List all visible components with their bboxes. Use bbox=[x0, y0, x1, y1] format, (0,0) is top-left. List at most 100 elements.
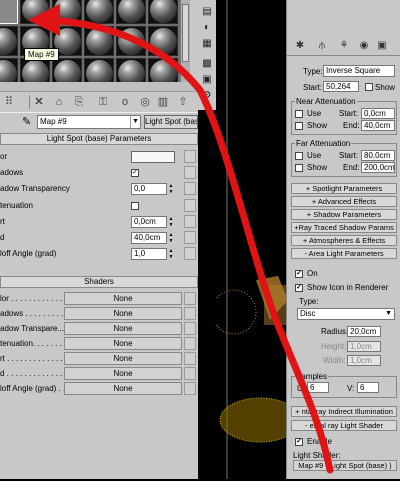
motion-tab-icon[interactable]: ◉ bbox=[357, 40, 371, 52]
light-shader-button[interactable]: Map #9 ( Light Spot (base) ) bbox=[293, 460, 397, 471]
pick-material-icon[interactable]: ✎ bbox=[22, 115, 31, 128]
shader-none-button[interactable]: None bbox=[64, 382, 182, 395]
near-start-field[interactable]: 0,0cm bbox=[361, 108, 395, 119]
shader-none-button[interactable]: None bbox=[64, 292, 182, 305]
shader-toggle[interactable] bbox=[184, 352, 196, 365]
material-id-icon[interactable]: o bbox=[118, 95, 132, 109]
param-field[interactable]: 40,0cm bbox=[131, 232, 167, 244]
show-end-icon[interactable]: ▥ bbox=[156, 95, 170, 109]
v-field[interactable]: 6 bbox=[357, 382, 379, 393]
display-tab-icon[interactable]: ▣ bbox=[375, 40, 389, 52]
map-type-button[interactable]: Light Spot (base) bbox=[144, 115, 198, 129]
shader-none-button[interactable]: None bbox=[64, 322, 182, 335]
mr-shader-rollup[interactable]: - ental ray Light Shader bbox=[291, 420, 397, 431]
rollup-bar[interactable]: + Advanced Effects bbox=[291, 196, 397, 207]
delete-icon[interactable]: ✕ bbox=[32, 95, 46, 109]
param-checkbox[interactable] bbox=[131, 202, 139, 210]
shaders-rollup[interactable]: Shaders bbox=[0, 276, 198, 288]
sample-slot[interactable] bbox=[84, 0, 114, 24]
shader-toggle[interactable] bbox=[184, 307, 196, 320]
sample-slot[interactable] bbox=[148, 26, 178, 56]
color-swatch[interactable] bbox=[131, 151, 175, 163]
shader-none-button[interactable]: None bbox=[64, 352, 182, 365]
spinner-icon[interactable]: ▲ ▼ bbox=[168, 216, 174, 228]
rollup-bar[interactable]: + Atmospheres & Effects bbox=[291, 235, 397, 246]
shader-toggle[interactable] bbox=[184, 322, 196, 335]
background-icon[interactable]: ▦ bbox=[201, 38, 213, 49]
shader-none-button[interactable]: None bbox=[64, 307, 182, 320]
map-button[interactable] bbox=[184, 215, 196, 228]
rollup-bar[interactable]: - Area Light Parameters bbox=[291, 248, 397, 259]
hierarchy-tab-icon[interactable]: ⚘ bbox=[337, 40, 351, 52]
far-start-field[interactable]: 80,0cm bbox=[361, 150, 395, 161]
slots-hscrollbar[interactable] bbox=[0, 82, 198, 91]
mr-indirect-rollup[interactable]: + ntal ray Indirect Illumination bbox=[291, 406, 397, 417]
options-icon[interactable]: ⚙ bbox=[201, 90, 213, 101]
sample-slot[interactable] bbox=[52, 0, 82, 24]
far-end-field[interactable]: 200,0cm bbox=[361, 162, 395, 173]
create-tab-icon[interactable]: ✱ bbox=[293, 40, 307, 52]
shader-none-button[interactable]: None bbox=[64, 367, 182, 380]
far-use-check[interactable] bbox=[295, 152, 303, 160]
rollup-bar[interactable]: + Spotlight Parameters bbox=[291, 183, 397, 194]
viewport[interactable] bbox=[211, 0, 301, 479]
params-rollup[interactable]: Light Spot (base) Parameters bbox=[0, 133, 198, 145]
show-icon-check[interactable]: ✓ bbox=[295, 284, 303, 292]
rollup-bar[interactable]: +Ray Traced Shadow Params bbox=[291, 222, 397, 233]
chevron-down-icon[interactable]: ▼ bbox=[130, 116, 140, 128]
param-checkbox[interactable]: ✓ bbox=[131, 169, 139, 177]
shader-none-button[interactable]: None bbox=[64, 337, 182, 350]
scroll-thumb[interactable] bbox=[182, 4, 189, 62]
put-library-icon[interactable]: ⌂ bbox=[52, 95, 66, 109]
spinner-icon[interactable]: ▲ ▼ bbox=[168, 183, 174, 195]
sample-slot[interactable] bbox=[84, 26, 114, 56]
map-button[interactable] bbox=[184, 247, 196, 260]
u-field[interactable]: 6 bbox=[307, 382, 329, 393]
spinner-icon[interactable]: ▲ ▼ bbox=[168, 232, 174, 244]
sample-slot[interactable] bbox=[116, 26, 146, 56]
chevron-down-icon[interactable]: ▼ bbox=[385, 309, 392, 319]
sample-slot[interactable] bbox=[116, 0, 146, 24]
map-button[interactable] bbox=[184, 231, 196, 244]
near-use-check[interactable] bbox=[295, 110, 303, 118]
spinner-icon[interactable]: ▲ ▼ bbox=[168, 248, 174, 260]
uv-tiling-icon[interactable]: ▩ bbox=[201, 58, 213, 69]
sample-slot[interactable] bbox=[148, 0, 178, 24]
map-button[interactable] bbox=[184, 182, 196, 195]
param-field[interactable]: 1,0 bbox=[131, 248, 167, 260]
scroll-down-icon[interactable]: ▼ bbox=[181, 72, 190, 79]
param-field[interactable]: 0,0 bbox=[131, 183, 167, 195]
area-on-check[interactable]: ✓ bbox=[295, 270, 303, 278]
far-show-check[interactable] bbox=[295, 164, 303, 172]
area-type-dropdown[interactable]: Disc ▼ bbox=[297, 308, 395, 320]
map-button[interactable] bbox=[184, 199, 196, 212]
sample-slot[interactable] bbox=[20, 0, 50, 24]
radius-field[interactable]: 20,0cm bbox=[347, 326, 381, 337]
slots-scrollbar[interactable]: ▼ bbox=[180, 0, 190, 82]
decay-start-field[interactable]: 50,264 bbox=[323, 81, 359, 92]
rollup-bar[interactable]: + Shadow Parameters bbox=[291, 209, 397, 220]
decay-show-check[interactable] bbox=[365, 83, 373, 91]
near-show-check[interactable] bbox=[295, 122, 303, 130]
decay-type-dropdown[interactable]: Inverse Square bbox=[323, 65, 395, 77]
sample-type-icon[interactable]: ▤ bbox=[201, 6, 213, 17]
selected-sample-slot[interactable] bbox=[0, 0, 18, 24]
map-button[interactable] bbox=[184, 166, 196, 179]
shader-toggle[interactable] bbox=[184, 337, 196, 350]
sample-slot[interactable] bbox=[0, 26, 18, 56]
go-parent-icon[interactable]: ⇧ bbox=[176, 95, 190, 109]
shader-toggle[interactable] bbox=[184, 292, 196, 305]
near-end-field[interactable]: 40,0cm bbox=[361, 120, 395, 131]
unique-icon[interactable]: ⚿ bbox=[96, 95, 110, 109]
video-check-icon[interactable]: ▣ bbox=[201, 74, 213, 85]
shader-toggle[interactable] bbox=[184, 382, 196, 395]
map-name-field[interactable]: Map #9 ▼ bbox=[37, 115, 141, 129]
backlight-icon[interactable]: ◐ bbox=[201, 22, 213, 33]
param-field[interactable]: 0,0cm bbox=[131, 216, 167, 228]
enable-check[interactable]: ✓ bbox=[295, 438, 303, 446]
shader-toggle[interactable] bbox=[184, 367, 196, 380]
dots-icon[interactable]: ⠿ bbox=[2, 95, 16, 109]
copy-material-icon[interactable]: ⎘ bbox=[72, 95, 86, 109]
modify-tab-icon[interactable]: ⫛ bbox=[315, 40, 329, 52]
map-button[interactable] bbox=[184, 150, 196, 163]
